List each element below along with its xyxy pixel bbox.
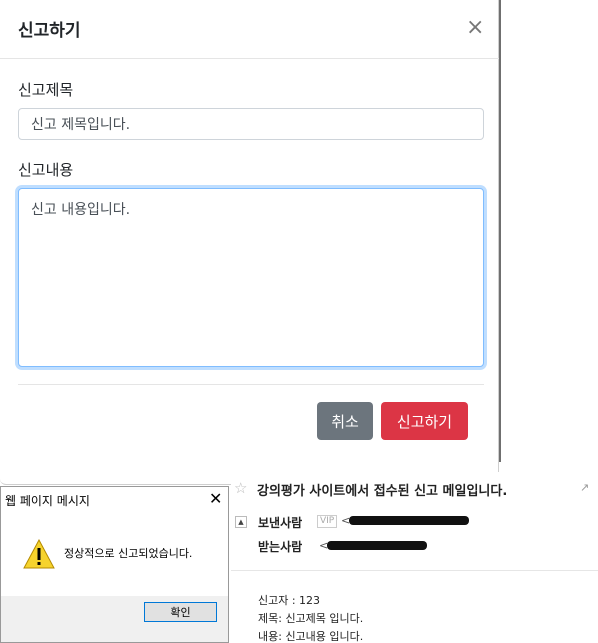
cancel-button[interactable]: 취소 bbox=[317, 402, 373, 440]
email-subject: 강의평가 사이트에서 접수된 신고 메일입니다. bbox=[257, 484, 508, 499]
report-content-label: 신고내용 bbox=[18, 161, 74, 179]
report-modal: 신고하기 × 신고제목 신고내용 신고 내용입니다. 취소 신고하기 bbox=[0, 0, 499, 485]
receiver-label: 받는사람 bbox=[258, 540, 303, 554]
report-title-input[interactable] bbox=[18, 108, 484, 140]
redaction-mark bbox=[349, 516, 469, 525]
warning-icon bbox=[23, 539, 55, 569]
vip-badge: VIP bbox=[317, 515, 338, 528]
alert-body: 정상적으로 신고되었습니다. bbox=[1, 514, 228, 596]
email-body-reporter: 신고자 : 123 bbox=[258, 594, 321, 607]
modal-header: 신고하기 × bbox=[0, 0, 499, 59]
email-body-title: 제목: 신고제목 입니다. bbox=[258, 612, 364, 625]
star-icon[interactable]: ☆ bbox=[234, 479, 247, 497]
alert-dialog: 웹 페이지 메시지 ✕ 정상적으로 신고되었습니다. 확인 bbox=[0, 486, 229, 643]
sender-label: 보낸사람 bbox=[258, 516, 303, 530]
alert-ok-button[interactable]: 확인 bbox=[144, 602, 217, 622]
submit-report-button[interactable]: 신고하기 bbox=[381, 402, 468, 440]
collapse-toggle-icon[interactable]: ▲ bbox=[235, 516, 247, 528]
alert-close-icon[interactable]: ✕ bbox=[209, 489, 222, 508]
alert-titlebar: 웹 페이지 메시지 ✕ bbox=[1, 487, 228, 514]
report-content-textarea[interactable]: 신고 내용입니다. bbox=[18, 188, 484, 367]
alert-title: 웹 페이지 메시지 bbox=[5, 494, 90, 508]
modal-footer-divider bbox=[18, 384, 484, 385]
report-title-label: 신고제목 bbox=[18, 81, 74, 99]
redaction-mark bbox=[327, 541, 427, 550]
email-body-content: 내용: 신고내용 입니다. bbox=[258, 630, 364, 643]
email-view: ☆ 강의평가 사이트에서 접수된 신고 메일입니다. ↗ ▲ 보낸사람 VIP … bbox=[231, 472, 598, 643]
popout-icon[interactable]: ↗ bbox=[580, 481, 589, 494]
alert-message: 정상적으로 신고되었습니다. bbox=[64, 547, 193, 560]
page-background bbox=[500, 0, 598, 460]
modal-title: 신고하기 bbox=[18, 21, 81, 41]
close-icon[interactable]: × bbox=[466, 14, 484, 42]
email-divider bbox=[231, 570, 598, 571]
